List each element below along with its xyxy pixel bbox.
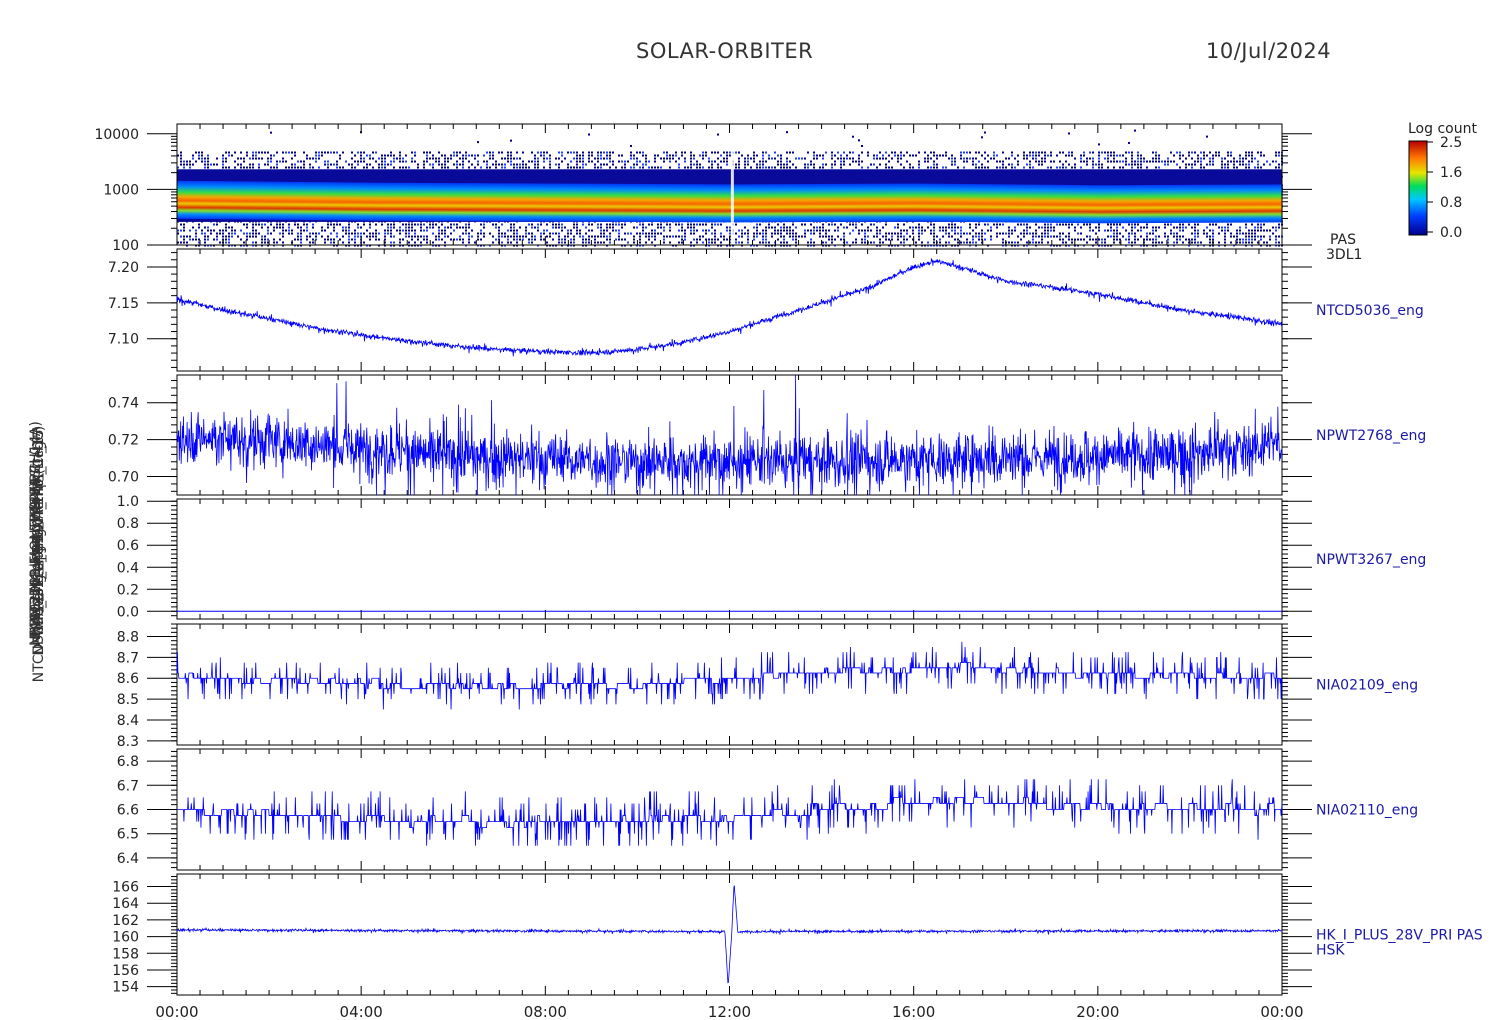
panel-npwt2768-eng: 0.70 0.72 0.74 NPWT2768_eng [108, 374, 1426, 496]
y-tick-label: 7.10 [108, 332, 139, 348]
y-tick-label: 8.4 [117, 713, 139, 729]
y-tick-label: 6.7 [117, 778, 139, 794]
y-tick-label: 8.5 [117, 692, 139, 708]
x-tick-label: 00:00 [1260, 1003, 1303, 1020]
panel-label: NPWT2768_eng [1316, 428, 1426, 444]
y-tick-label: 154 [112, 980, 139, 996]
left-axis-labels: PAS_3DL1 Energy (eV)NTCD5036_eng Approx … [28, 421, 47, 682]
colorbar-scale [1408, 140, 1428, 236]
panel-frame [176, 498, 1283, 620]
panel-label: NIA02109_eng [1316, 678, 1418, 694]
y-tick-label: 0.4 [117, 560, 139, 576]
panel-label: HSK [1316, 943, 1345, 959]
series-line [176, 641, 1282, 710]
panel-pas-3dl1: 100 1000 10000 PAS3DL1 [94, 123, 1362, 263]
y-tick-label: 0.0 [117, 604, 139, 620]
y-tick-label: 166 [112, 880, 139, 896]
panel-hk-i-plus-28v-pri: 154156158160162164166 HK_I_PLUS_28V_PRI P… [112, 873, 1483, 996]
x-tick-label: 00:00 [155, 1003, 198, 1020]
y-tick-label: 0.74 [108, 396, 139, 412]
y-tick-label: 0.72 [108, 433, 139, 449]
heatmap-gap [730, 136, 734, 245]
panel-label: NPWT3267_eng [1316, 552, 1426, 568]
y-tick-label: 10000 [94, 127, 139, 143]
colorbar-tick-label: 0.8 [1440, 195, 1462, 211]
series-line [176, 374, 1283, 496]
stack-plot: 100 1000 10000 PAS3DL1 7.10 7.15 7.20 NTCD5036_… [28, 121, 1483, 1020]
y-tick-label: 1.0 [117, 494, 139, 510]
y-tick-label: 8.8 [117, 630, 139, 646]
y-tick-label: 158 [112, 946, 139, 962]
panel-label: HK_I_PLUS_28V_PRI PAS [1316, 928, 1483, 944]
y-tick-label: 8.3 [117, 734, 139, 750]
y-tick-label: 6.5 [117, 827, 139, 843]
x-tick-label: 20:00 [1076, 1003, 1119, 1020]
x-tick-label: 04:00 [340, 1003, 383, 1020]
x-tick-label: 08:00 [524, 1003, 567, 1020]
colorbar-tick-label: 2.5 [1440, 135, 1462, 151]
panel-npwt3267-eng: 0.0 0.2 0.4 0.6 0.8 1.0 NPWT3267_eng [117, 494, 1427, 620]
y-tick-label: 6.4 [117, 851, 139, 867]
panel-nia02110-eng: 6.4 6.5 6.6 6.7 6.8 NIA02110_eng [117, 748, 1418, 871]
panel-frame [176, 873, 1283, 996]
panel-label: PAS [1330, 232, 1356, 248]
y-tick-label: 1000 [103, 182, 139, 198]
y-tick-label: 162 [112, 913, 139, 929]
y-tick-label: 100 [112, 238, 139, 254]
panel-ntcd5036-eng: 7.10 7.15 7.20 NTCD5036_eng [108, 248, 1424, 372]
y-tick-label: 7.20 [108, 260, 139, 276]
y-tick-label: 7.15 [108, 296, 139, 312]
panel-label: 3DL1 [1326, 247, 1362, 263]
series-line [176, 258, 1283, 357]
panel-label: NTCD5036_eng [1316, 303, 1424, 319]
y-tick-label: 164 [112, 896, 139, 912]
y-tick-label: 0.8 [117, 516, 139, 532]
colorbar: Log count2.51.60.80.0 [1408, 121, 1477, 241]
y-tick-label: 160 [112, 930, 139, 946]
panel-nia02109-eng: 8.3 8.4 8.5 8.6 8.7 8.8 NIA02109_eng [117, 623, 1418, 750]
colorbar-tick-label: 1.6 [1440, 165, 1462, 181]
colorbar-tick-label: 0.0 [1440, 225, 1462, 241]
y-tick-label: 8.7 [117, 650, 139, 666]
y-tick-label: 6.6 [117, 803, 139, 819]
y-tick-label: 0.6 [117, 538, 139, 554]
y-tick-label: 0.2 [117, 582, 139, 598]
x-tick-label: 16:00 [892, 1003, 935, 1020]
series-line [176, 885, 1283, 984]
y-tick-label: 6.8 [117, 754, 139, 770]
x-tick-label: 12:00 [708, 1003, 751, 1020]
panel-frame [176, 248, 1283, 372]
y-tick-label: 156 [112, 963, 139, 979]
y-tick-label: 8.6 [117, 671, 139, 687]
y-tick-label: 0.70 [108, 470, 139, 486]
panel-label: NIA02110_eng [1316, 803, 1418, 819]
series-line [177, 779, 1283, 846]
left-axis-label: PAS_HK_IMON_P28V PRI (mA) [28, 421, 44, 627]
